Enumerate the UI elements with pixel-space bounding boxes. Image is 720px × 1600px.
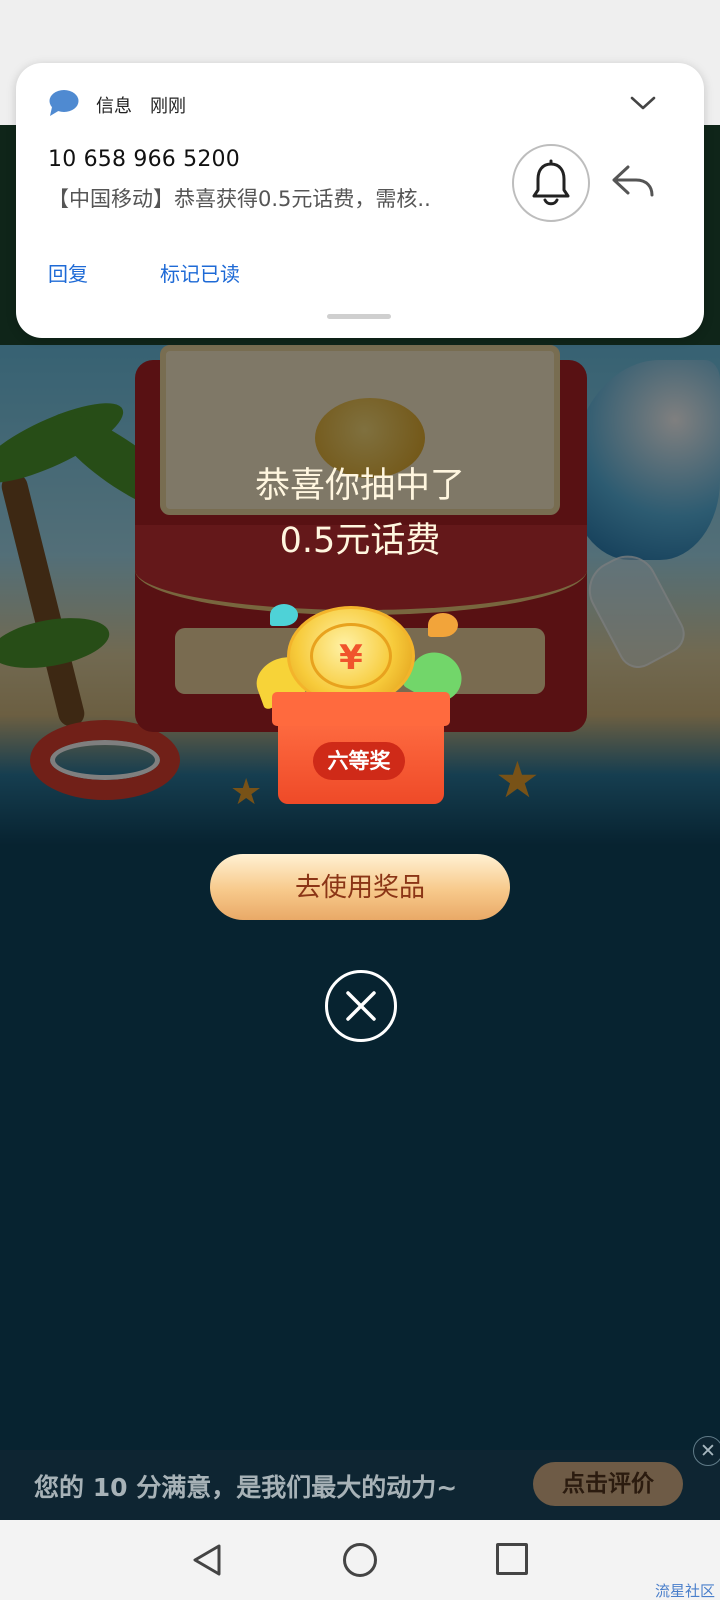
rating-banner: 您的 10 分满意，是我们最大的动力~ 点击评价 ✕ <box>0 1436 720 1520</box>
splash-decoration <box>270 604 298 626</box>
close-x-glyph <box>346 991 376 1021</box>
gift-box-lid <box>272 692 450 726</box>
notification-time: 刚刚 <box>150 96 186 117</box>
chevron-down-icon[interactable] <box>625 87 661 119</box>
prize-amount: 0.5元话费 <box>279 521 441 561</box>
notification-sender: 10 658 966 5200 <box>48 147 240 172</box>
notification-reply-action[interactable]: 回复 <box>48 258 88 287</box>
rate-button[interactable]: 点击评价 <box>533 1462 683 1506</box>
sms-notification[interactable]: 信息 刚刚 10 658 966 5200 【中国移动】恭喜获得0.5元话费，需… <box>16 63 704 338</box>
prize-box-illustration: ¥ 六等奖 <box>250 598 471 810</box>
recent-square-icon[interactable] <box>496 1543 528 1575</box>
message-bubble-icon <box>49 90 79 116</box>
use-prize-button[interactable]: 去使用奖品 <box>210 854 510 920</box>
home-circle-icon[interactable] <box>343 1543 377 1577</box>
notification-mark-read-action[interactable]: 标记已读 <box>160 258 240 287</box>
gold-coin-icon: ¥ <box>287 606 415 706</box>
bell-glyph <box>532 159 570 206</box>
notification-app-name: 信息 <box>96 96 132 117</box>
back-triangle-icon[interactable] <box>189 1542 225 1578</box>
coin-yen-symbol: ¥ <box>339 638 363 678</box>
system-navigation-bar: 流星社区 <box>0 1520 720 1600</box>
close-icon[interactable] <box>325 970 397 1042</box>
notification-body: 【中国移动】恭喜获得0.5元话费，需核.. <box>48 187 431 211</box>
prize-rank-badge: 六等奖 <box>313 742 405 780</box>
rating-prompt-text: 您的 10 分满意，是我们最大的动力~ <box>34 1473 458 1502</box>
reply-arrow-icon[interactable] <box>610 161 656 201</box>
notification-drag-handle[interactable] <box>327 314 391 319</box>
watermark-text: 流星社区 <box>655 1582 716 1600</box>
prize-title: 恭喜你抽中了 <box>254 466 465 506</box>
rating-close-icon[interactable]: ✕ <box>693 1436 720 1466</box>
bell-icon[interactable] <box>512 144 590 222</box>
splash-decoration <box>428 613 458 637</box>
coin-inner-ring: ¥ <box>310 623 392 689</box>
